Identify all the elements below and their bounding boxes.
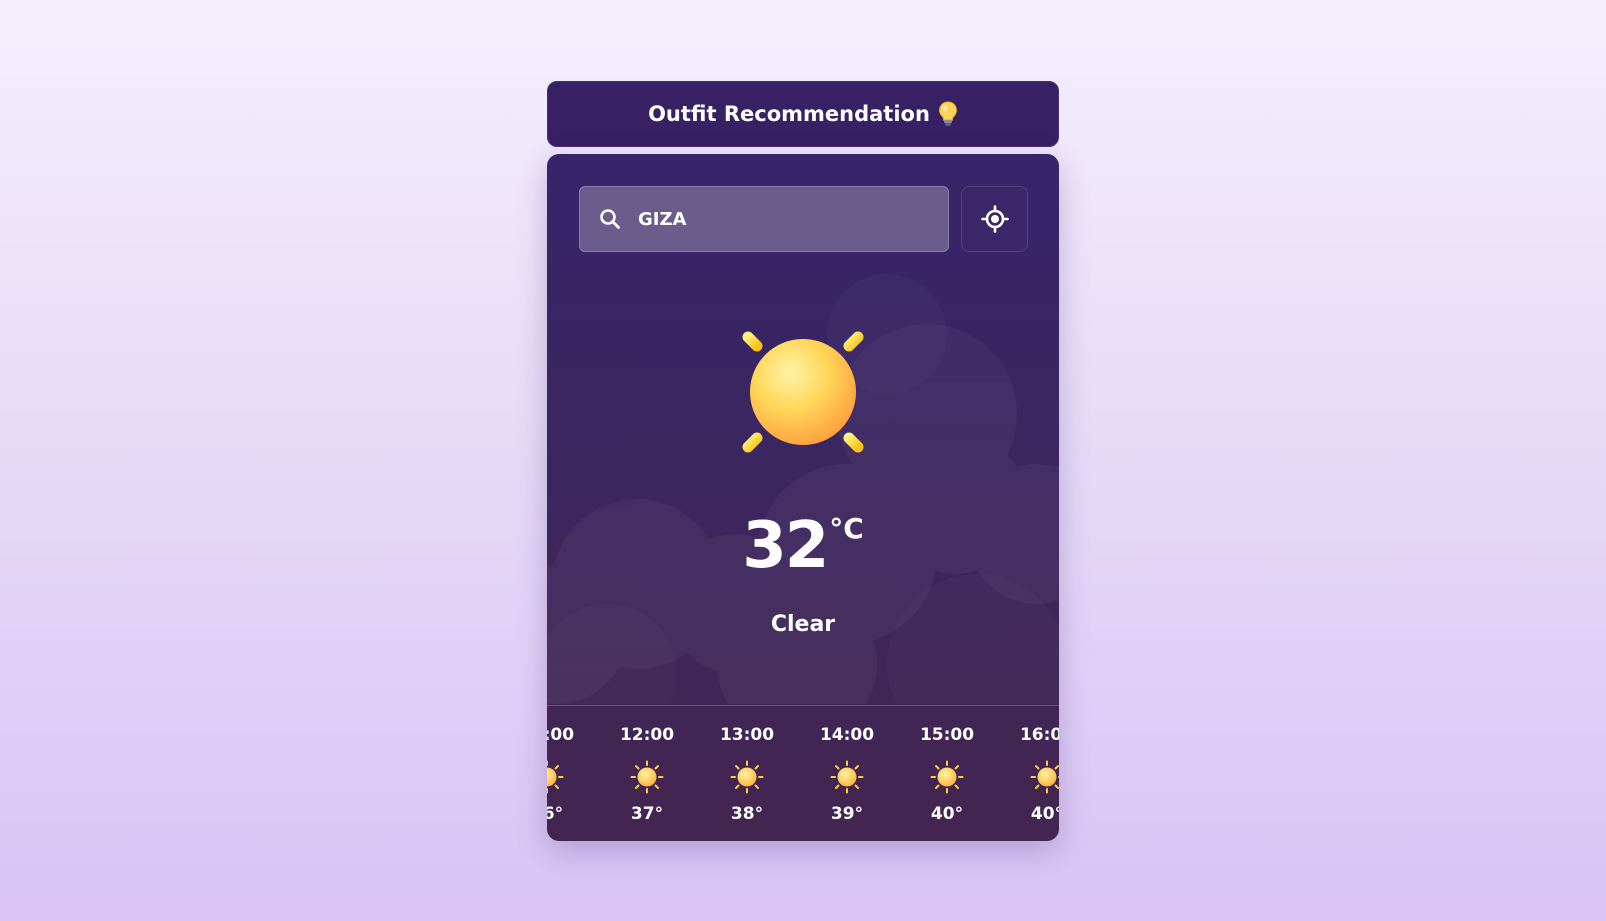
hourly-item: 16:00 40° xyxy=(997,706,1059,841)
sun-icon xyxy=(830,760,864,794)
crosshair-icon xyxy=(980,205,1009,233)
hourly-time: 12:00 xyxy=(619,725,675,745)
hourly-item: 11:00 36° xyxy=(547,706,597,841)
current-temperature: 32°C xyxy=(547,512,1059,578)
hourly-time: 14:00 xyxy=(819,725,875,745)
search-icon xyxy=(598,207,622,231)
lightbulb-icon xyxy=(938,101,958,127)
temperature-value: 32 xyxy=(742,509,829,583)
weather-condition: Clear xyxy=(770,612,836,637)
hourly-item: 13:00 38° xyxy=(697,706,797,841)
hourly-time: 11:00 xyxy=(547,725,575,745)
city-search-box[interactable] xyxy=(579,186,949,252)
outfit-recommendation-label: Outfit Recommendation xyxy=(648,102,930,126)
sun-icon xyxy=(630,760,664,794)
weather-card: 32°C Clear 11:00 36° 12:00 37° 13:00 38° xyxy=(547,154,1059,841)
hourly-time: 13:00 xyxy=(719,725,775,745)
sun-icon xyxy=(1030,760,1059,794)
outfit-recommendation-button[interactable]: Outfit Recommendation xyxy=(547,81,1059,147)
hourly-item: 15:00 40° xyxy=(897,706,997,841)
city-search-input[interactable] xyxy=(638,208,938,230)
sun-icon xyxy=(930,760,964,794)
hourly-temp: 39° xyxy=(830,804,864,824)
hourly-forecast[interactable]: 11:00 36° 12:00 37° 13:00 38° 14:00 xyxy=(547,706,1059,841)
hourly-temp: 36° xyxy=(547,804,564,824)
sun-icon xyxy=(717,306,889,478)
sun-icon xyxy=(730,760,764,794)
current-location-button[interactable] xyxy=(961,186,1028,252)
hourly-temp: 38° xyxy=(730,804,764,824)
temperature-unit: °C xyxy=(829,512,864,545)
hourly-temp: 40° xyxy=(1030,804,1059,824)
hourly-temp: 40° xyxy=(930,804,964,824)
hourly-temp: 37° xyxy=(630,804,664,824)
sun-icon xyxy=(547,760,564,794)
hourly-item: 14:00 39° xyxy=(797,706,897,841)
hourly-time: 16:00 xyxy=(1019,725,1059,745)
hourly-time: 15:00 xyxy=(919,725,975,745)
hourly-item: 12:00 37° xyxy=(597,706,697,841)
